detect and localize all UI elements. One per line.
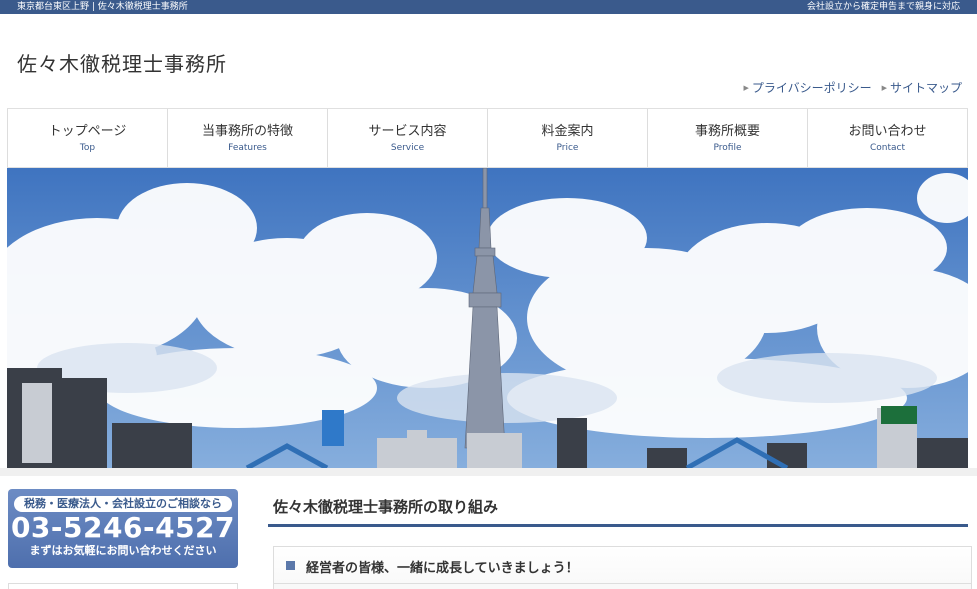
card-divider	[274, 583, 971, 584]
triangle-right-icon: ▶	[743, 83, 749, 92]
skytree-skyline-illustration	[7, 168, 968, 468]
sitemap-label: サイトマップ	[889, 81, 962, 95]
phone-caption: 税務・医療法人・会社設立のご相談なら	[14, 496, 232, 512]
nav-label-en: Contact	[869, 143, 905, 153]
utility-links: ▶ プライバシーポリシー ▶ サイトマップ	[743, 79, 962, 96]
nav-label-en: Top	[79, 143, 96, 153]
phone-contact-banner[interactable]: 税務・医療法人・会社設立のご相談なら 03-5246-4527 まずはお気軽にお…	[8, 489, 238, 568]
nav-item-service[interactable]: サービス内容 Service	[327, 109, 487, 167]
content-card: 経営者の皆様、一緒に成長していきましょう！	[273, 546, 972, 589]
nav-item-top[interactable]: トップページ Top	[7, 109, 167, 167]
nav-label-jp: 当事務所の特徴	[201, 124, 293, 139]
top-info-bar: 東京都台東区上野 | 佐々木徹税理士事務所 会社設立から確定申告まで親身に対応	[0, 0, 977, 14]
privacy-policy-link[interactable]: ▶ プライバシーポリシー	[743, 79, 871, 96]
nav-label-jp: サービス内容	[368, 124, 447, 139]
nav-item-contact[interactable]: お問い合わせ Contact	[807, 109, 968, 167]
phone-number: 03-5246-4527	[10, 511, 236, 544]
hero-image	[7, 168, 968, 468]
phone-subtext: まずはお気軽にお問い合わせください	[29, 544, 217, 557]
section-title: 佐々木徹税理士事務所の取り組み	[273, 498, 499, 516]
nav-item-features[interactable]: 当事務所の特徴 Features	[167, 109, 327, 167]
nav-label-en: Service	[390, 143, 425, 153]
section-divider	[268, 524, 968, 527]
nav-label-jp: 事務所概要	[694, 124, 760, 139]
card-heading: 経営者の皆様、一緒に成長していきましょう！	[306, 561, 579, 576]
nav-label-jp: お問い合わせ	[848, 124, 927, 139]
site-title[interactable]: 佐々木徹税理士事務所	[17, 48, 227, 77]
square-bullet-icon	[286, 561, 295, 570]
sidebar-box	[8, 583, 238, 589]
nav-label-jp: 料金案内	[541, 124, 594, 139]
location-text: 東京都台東区上野 | 佐々木徹税理士事務所	[17, 2, 188, 12]
sitemap-link[interactable]: ▶ サイトマップ	[882, 79, 962, 96]
nav-label-en: Price	[556, 143, 579, 153]
tagline-text: 会社設立から確定申告まで親身に対応	[806, 2, 960, 12]
global-nav: トップページ Top 当事務所の特徴 Features サービス内容 Servi…	[7, 108, 968, 168]
nav-item-price[interactable]: 料金案内 Price	[487, 109, 647, 167]
privacy-policy-label: プライバシーポリシー	[751, 81, 872, 95]
nav-label-en: Features	[228, 143, 267, 153]
nav-item-profile[interactable]: 事務所概要 Profile	[647, 109, 807, 167]
nav-label-en: Profile	[713, 143, 742, 153]
nav-label-jp: トップページ	[48, 124, 127, 139]
divider-strip	[0, 468, 977, 476]
triangle-right-icon: ▶	[881, 83, 887, 92]
